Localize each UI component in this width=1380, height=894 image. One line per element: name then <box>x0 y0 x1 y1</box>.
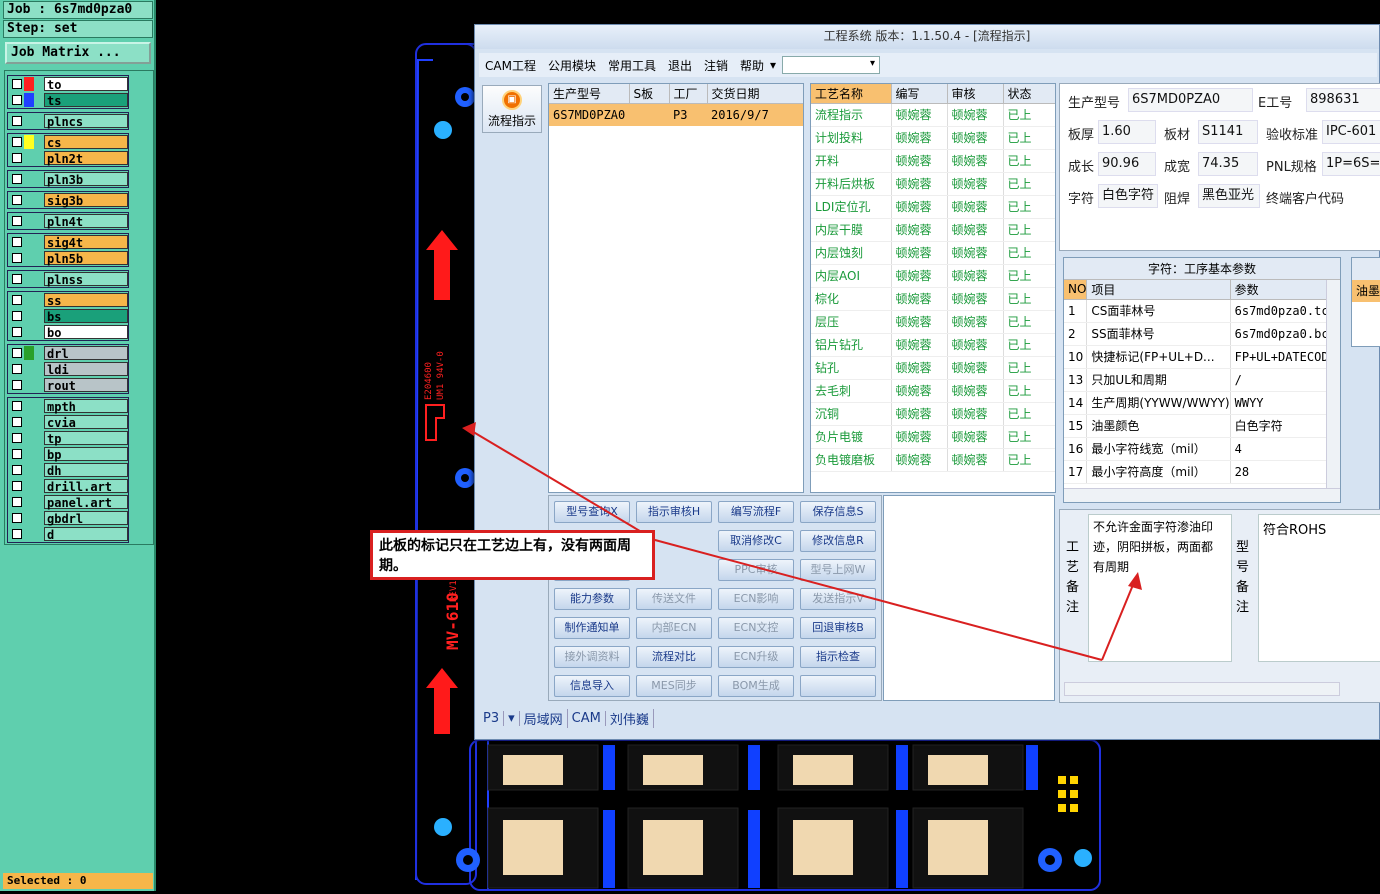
annotation-arrows <box>462 422 1142 661</box>
annotation-callout: 此板的标记只在工艺边上有，没有两面周期。 <box>370 530 655 580</box>
